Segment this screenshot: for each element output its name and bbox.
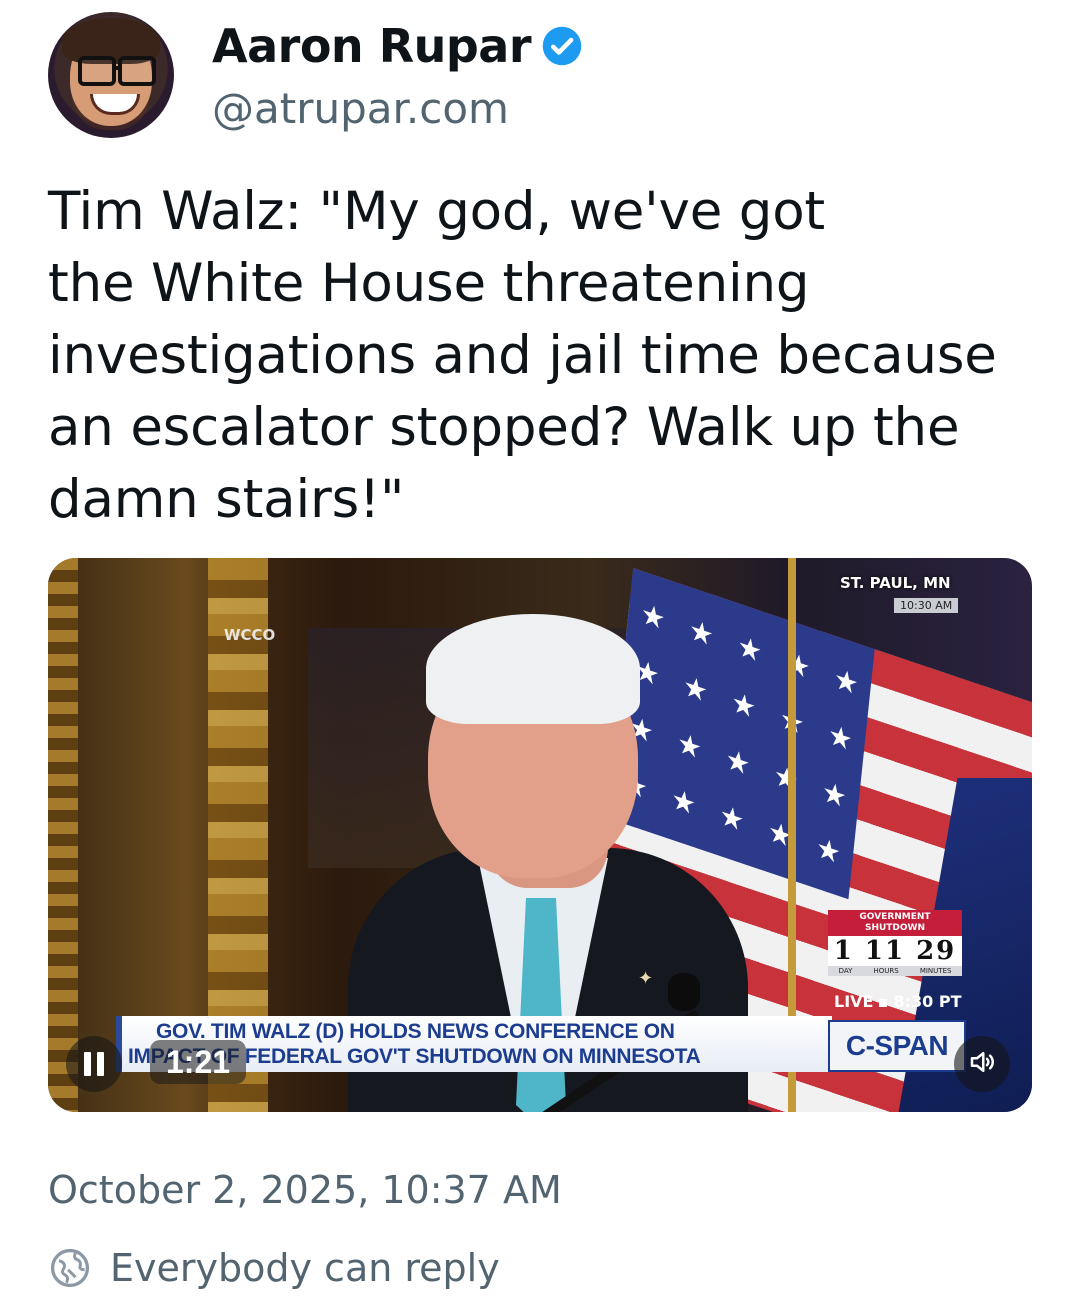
reply-setting: Everybody can reply [48,1240,500,1296]
mute-button[interactable] [954,1036,1010,1092]
author-display-name[interactable]: Aaron Rupar [212,19,532,73]
shutdown-counter: GOVERNMENT SHUTDOWN 1 11 29 DAY HOURS MI… [828,910,962,976]
shutdown-label: GOVERNMENT SHUTDOWN [828,910,962,936]
post-card: Aaron Rupar @atrupar.com Tim Walz: "My g… [0,0,1080,1306]
video-frame-decor [48,558,78,1112]
author-name-row: Aaron Rupar [212,16,583,76]
shutdown-digits: 1 11 29 [828,936,962,966]
globe-icon [48,1246,92,1290]
video-elapsed-time: 1:21 [150,1040,247,1084]
shutdown-units: DAY HOURS MINUTES [828,966,962,976]
verified-badge-icon [541,25,583,67]
avatar[interactable] [48,12,174,138]
station-watermark: WCCO [224,626,276,644]
post-timestamp[interactable]: October 2, 2025, 10:37 AM [48,1168,562,1212]
broadcast-location: ST. PAUL, MN [840,574,951,592]
live-indicator: LIVE 8:30 PT [834,992,962,1011]
video-player[interactable]: ★★★★★ ★★★★★ ★★★★★ ★★★★★ ✦ WCCO ST. PAUL,… [48,558,1032,1112]
network-logo: C-SPAN [828,1020,966,1072]
author-handle[interactable]: @atrupar.com [212,84,509,133]
speaker-icon [967,1047,997,1081]
post-text: Tim Walz: "My god, we've got the White H… [48,181,997,530]
pause-icon [84,1052,104,1076]
reply-setting-label: Everybody can reply [110,1246,500,1290]
pause-button[interactable] [66,1036,122,1092]
broadcast-location-time: 10:30 AM [894,598,959,613]
